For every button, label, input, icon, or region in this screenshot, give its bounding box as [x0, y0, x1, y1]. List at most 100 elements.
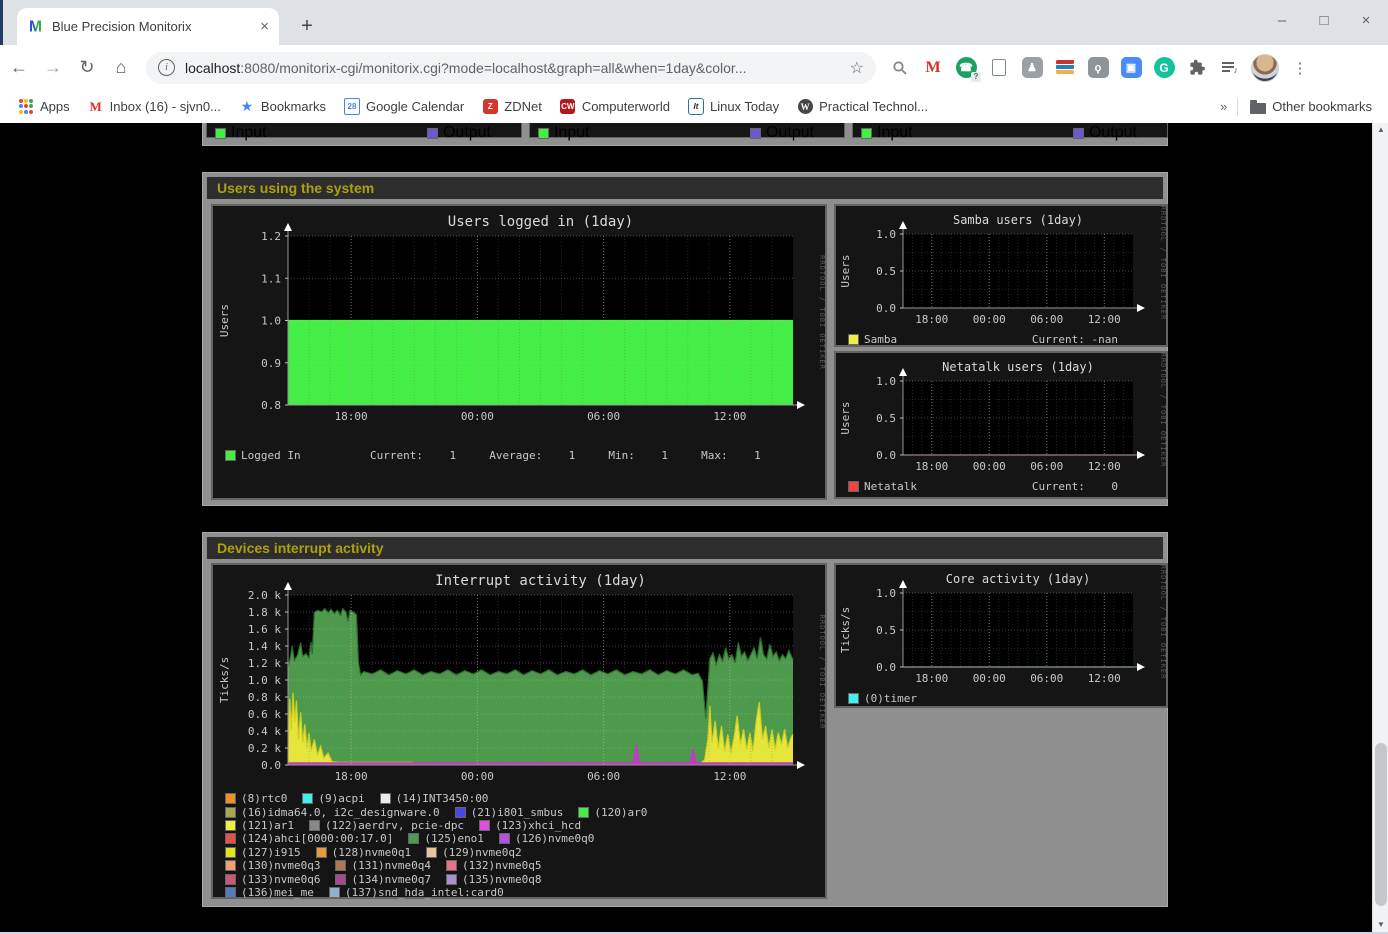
samba-users-chart[interactable]: 0.00.51.018:0000:0006:0012:00Samba users… [836, 206, 1166, 331]
svg-text:Core activity (1day): Core activity (1day) [946, 572, 1091, 586]
extensions-puzzle-icon[interactable] [1185, 56, 1209, 80]
maximize-button[interactable]: □ [1316, 12, 1332, 29]
svg-text:18:00: 18:00 [335, 410, 368, 423]
svg-text:0.8 k: 0.8 k [248, 691, 281, 704]
partial-section-frame: Input Output Input Output Input Output [202, 123, 1168, 146]
output-swatch [750, 128, 761, 139]
partial-graph-panel[interactable]: Input Output [852, 123, 1168, 138]
svg-text:RRDTOOL / TOBI OETIKER: RRDTOOL / TOBI OETIKER [1159, 353, 1166, 467]
section-interrupts: Devices interrupt activity 0.00.2 k0.4 k… [202, 532, 1168, 907]
bookmark-zdnet[interactable]: Z ZDNet [482, 99, 542, 115]
input-swatch [215, 128, 226, 139]
forward-arrow-icon[interactable]: → [38, 57, 68, 78]
svg-text:06:00: 06:00 [587, 770, 620, 783]
bookmark-inbox[interactable]: M Inbox (16) - sjvn0... [88, 99, 221, 115]
reload-icon[interactable]: ↻ [72, 57, 102, 78]
playlist-icon[interactable]: ♪ [1218, 56, 1242, 80]
search-icon[interactable] [888, 56, 912, 80]
voice-phone-icon[interactable]: ☎? [954, 56, 978, 80]
interrupt-activity-chart[interactable]: 0.00.2 k0.4 k0.6 k0.8 k1.0 k1.2 k1.4 k1.… [213, 565, 825, 790]
svg-text:12:00: 12:00 [713, 410, 746, 423]
scroll-down-icon[interactable]: ▼ [1373, 918, 1388, 932]
svg-text:0.8: 0.8 [261, 399, 281, 412]
svg-text:1.0: 1.0 [876, 587, 896, 600]
netatalk-users-panel[interactable]: 0.00.51.018:0000:0006:0012:00Netatalk us… [834, 351, 1168, 499]
gmail-icon: M [88, 99, 104, 115]
samba-users-panel[interactable]: 0.00.51.018:0000:0006:0012:00Samba users… [834, 204, 1168, 347]
new-tab-button[interactable]: + [295, 14, 319, 38]
url-text[interactable]: localhost:8080/monitorix-cgi/monitorix.c… [185, 60, 842, 76]
browser-toolbar: ← → ↻ ⌂ i localhost:8080/monitorix-cgi/m… [0, 45, 1388, 90]
window-controls: – □ × [1274, 12, 1374, 29]
bookmark-practical-tech[interactable]: W Practical Technol... [797, 99, 928, 115]
close-button[interactable]: × [1358, 12, 1374, 29]
zdnet-icon: Z [482, 99, 498, 115]
partial-graph-panel[interactable]: Input Output [529, 123, 845, 138]
netatalk-users-chart[interactable]: 0.00.51.018:0000:0006:0012:00Netatalk us… [836, 353, 1166, 478]
svg-text:Ticks/s: Ticks/s [839, 607, 852, 653]
bookmark-google-calendar[interactable]: 28 Google Calendar [344, 99, 464, 115]
partial-graph-panel[interactable]: Input Output [206, 123, 522, 138]
scroll-up-icon[interactable]: ▲ [1373, 123, 1388, 137]
section-title: Devices interrupt activity [217, 540, 384, 556]
vertical-scrollbar[interactable]: ▲ ▼ [1372, 123, 1388, 932]
svg-text:0.0: 0.0 [876, 661, 896, 674]
svg-text:Ticks/s: Ticks/s [218, 657, 231, 703]
info-icon[interactable]: i [158, 59, 175, 76]
svg-text:2.0 k: 2.0 k [248, 589, 281, 602]
legend-logged-in: Logged In [225, 449, 355, 462]
other-bookmarks[interactable]: Other bookmarks [1250, 99, 1372, 114]
svg-text:06:00: 06:00 [1030, 460, 1063, 473]
interrupt-activity-panel[interactable]: 0.00.2 k0.4 k0.6 k0.8 k1.0 k1.2 k1.4 k1.… [211, 563, 827, 899]
home-icon[interactable]: ⌂ [106, 57, 136, 78]
svg-text:00:00: 00:00 [461, 770, 494, 783]
bookmark-linux-today[interactable]: lt Linux Today [688, 99, 779, 115]
svg-text:RRDTOOL / TOBI OETIKER: RRDTOOL / TOBI OETIKER [1159, 565, 1166, 679]
core-activity-chart[interactable]: 0.00.51.018:0000:0006:0012:00Core activi… [836, 565, 1166, 690]
svg-text:06:00: 06:00 [587, 410, 620, 423]
scrollbar-thumb[interactable] [1375, 743, 1387, 906]
calendar-icon: 28 [344, 99, 360, 115]
svg-text:0.0: 0.0 [261, 759, 281, 772]
users-logged-in-panel[interactable]: 0.80.91.01.11.218:0000:0006:0012:00Users… [211, 204, 827, 500]
svg-text:12:00: 12:00 [1088, 672, 1121, 685]
star-icon[interactable]: ☆ [850, 58, 864, 78]
bookmark-apps[interactable]: Apps [18, 99, 70, 115]
svg-text:1.0: 1.0 [876, 375, 896, 388]
svg-text:Users: Users [839, 254, 852, 287]
apps-grid-icon [18, 99, 34, 115]
svg-text:00:00: 00:00 [973, 672, 1006, 685]
section-header: Devices interrupt activity [207, 537, 1163, 559]
lamp-extension-icon[interactable]: ϙ [1086, 56, 1110, 80]
svg-text:00:00: 00:00 [461, 410, 494, 423]
gmail-icon[interactable]: M [921, 56, 945, 80]
bookmarks-bar: Apps M Inbox (16) - sjvn0... ★ Bookmarks… [0, 90, 1388, 123]
video-camera-icon[interactable]: ▣ [1119, 56, 1143, 80]
browser-tab[interactable]: M Blue Precision Monitorix × [17, 8, 279, 45]
output-swatch [427, 128, 438, 139]
svg-text:RRDTOOL / TOBI OETIKER: RRDTOOL / TOBI OETIKER [818, 255, 825, 370]
users-logged-in-chart[interactable]: 0.80.91.01.11.218:0000:0006:0012:00Users… [213, 206, 825, 431]
address-bar[interactable]: i localhost:8080/monitorix-cgi/monitorix… [146, 52, 876, 84]
svg-text:00:00: 00:00 [973, 313, 1006, 326]
kebab-menu-icon[interactable]: ⋮ [1288, 56, 1312, 80]
star-icon: ★ [239, 99, 255, 115]
profile-avatar[interactable] [1251, 54, 1279, 82]
core-activity-panel[interactable]: 0.00.51.018:0000:0006:0012:00Core activi… [834, 563, 1168, 708]
bookmarks-overflow-chevron[interactable]: » [1220, 99, 1227, 114]
bookmark-computerworld[interactable]: CW Computerworld [560, 99, 670, 115]
legend-timer: (0)timer [848, 692, 917, 705]
page-content: Input Output Input Output Input Output U… [0, 123, 1372, 932]
folder-icon [1250, 103, 1266, 114]
svg-text:0.5: 0.5 [876, 624, 896, 637]
minimize-button[interactable]: – [1274, 12, 1290, 29]
bookmark-bookmarks[interactable]: ★ Bookmarks [239, 99, 326, 115]
back-arrow-icon[interactable]: ← [4, 57, 34, 78]
extension-icons: M ☎? ♟ ϙ ▣ G ♪ ⋮ [888, 54, 1312, 82]
tab-close-icon[interactable]: × [260, 18, 269, 35]
copy-pages-icon[interactable] [987, 56, 1011, 80]
netatalk-stats: Current: 0 [1032, 480, 1118, 493]
grammarly-icon[interactable]: G [1152, 56, 1176, 80]
books-icon[interactable] [1053, 56, 1077, 80]
privacy-extension-icon[interactable]: ♟ [1020, 56, 1044, 80]
